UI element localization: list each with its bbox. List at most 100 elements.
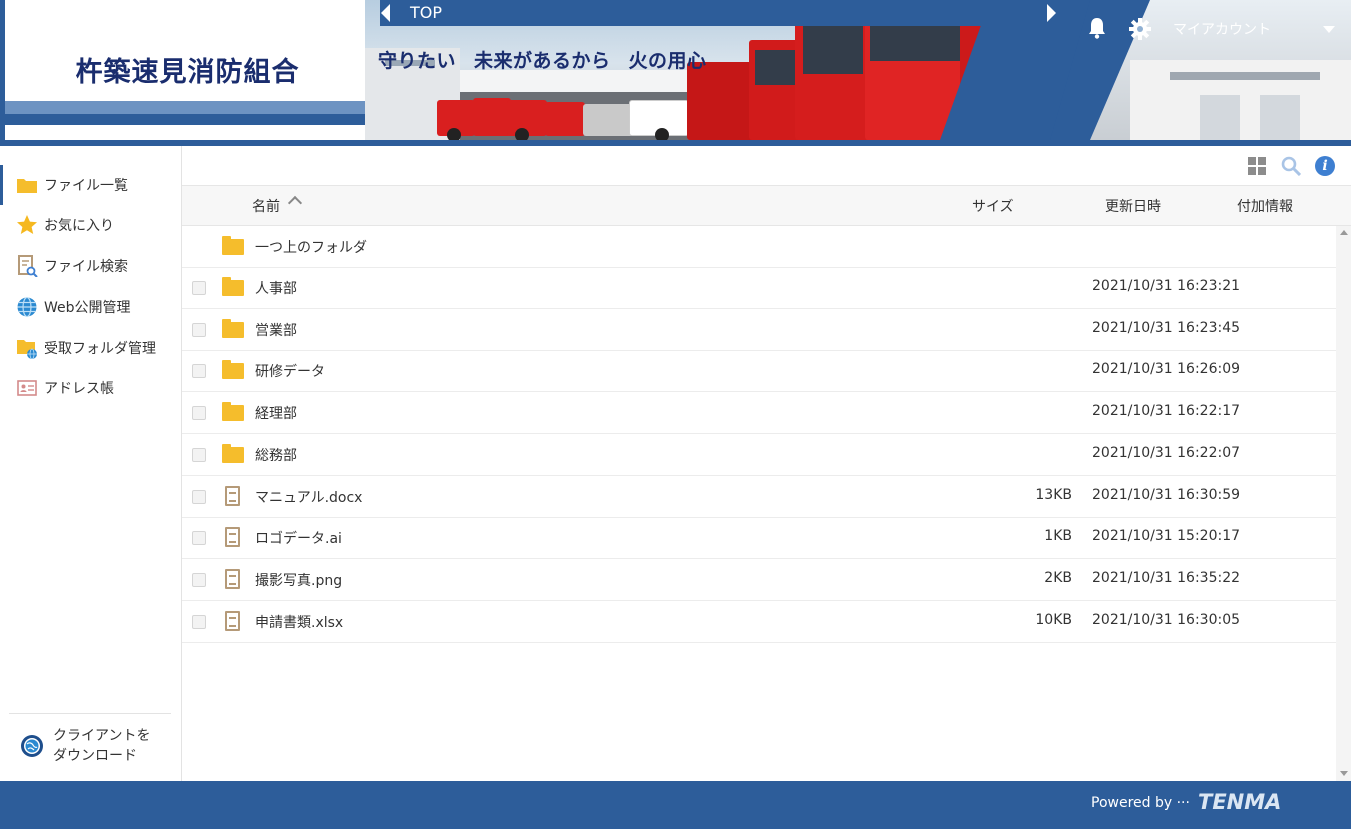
row-size: 1KB [1044, 528, 1072, 544]
client-download-line: クライアントを [53, 728, 151, 744]
column-header-name[interactable]: 名前 [252, 196, 280, 216]
client-download-line: ダウンロード [53, 748, 137, 764]
row-checkbox[interactable] [192, 573, 206, 587]
row-modified: 2021/10/31 16:23:45 [1092, 320, 1241, 336]
column-header-size[interactable]: サイズ [972, 196, 1014, 216]
breadcrumb-prev-icon[interactable] [381, 4, 390, 22]
folder-globe-icon [16, 337, 38, 360]
row-checkbox[interactable] [192, 490, 206, 504]
parent-folder-row[interactable]: 一つ上のフォルダ [182, 226, 1336, 268]
row-modified: 2021/10/31 16:26:09 [1092, 361, 1241, 377]
sidebar-item-receive-folder[interactable]: 受取フォルダ管理 [0, 328, 181, 368]
row-name[interactable]: 人事部 [255, 278, 297, 298]
folder-icon [222, 319, 244, 339]
sidebar-item-label: 受取フォルダ管理 [44, 341, 156, 357]
row-checkbox[interactable] [192, 448, 206, 462]
row-name[interactable]: 研修データ [255, 361, 325, 381]
bell-icon[interactable] [1087, 17, 1107, 39]
row-name[interactable]: マニュアル.docx [255, 487, 362, 507]
table-header: 名前 サイズ 更新日時 付加情報 [182, 186, 1351, 226]
table-row[interactable]: 総務部 2021/10/31 16:22:07 [182, 434, 1336, 476]
sidebar-item-file-list[interactable]: ファイル一覧 [0, 165, 181, 205]
file-search-icon [16, 255, 38, 278]
row-name[interactable]: 申請書類.xlsx [255, 612, 343, 632]
row-modified: 2021/10/31 15:20:17 [1092, 528, 1241, 544]
sidebar-item-favorites[interactable]: お気に入り [0, 205, 181, 245]
row-modified: 2021/10/31 16:30:05 [1092, 612, 1241, 628]
scroll-down-icon[interactable] [1340, 771, 1348, 776]
row-modified: 2021/10/31 16:23:21 [1092, 278, 1241, 294]
table-row[interactable]: ロゴデータ.ai 1KB 2021/10/31 15:20:17 [182, 517, 1336, 559]
logo-title: 杵築速見消防組合 [75, 57, 300, 88]
table-row[interactable]: 営業部 2021/10/31 16:23:45 [182, 309, 1336, 351]
folder-icon [222, 360, 244, 380]
column-header-extra[interactable]: 付加情報 [1237, 196, 1293, 216]
gear-icon[interactable] [1129, 18, 1151, 40]
logo-stripe [5, 101, 365, 114]
row-checkbox[interactable] [192, 531, 206, 545]
sidebar-item-label: ファイル検索 [44, 259, 128, 275]
toolbar [182, 146, 1351, 186]
grid-view-icon[interactable] [1248, 157, 1266, 175]
client-download-label: クライアントを ダウンロード [53, 726, 150, 766]
row-name[interactable]: 総務部 [255, 445, 297, 465]
table-row[interactable]: マニュアル.docx 13KB 2021/10/31 16:30:59 [182, 476, 1336, 518]
my-account-menu[interactable]: マイアカウント [1173, 19, 1271, 39]
slogan-part: 火の用心 [628, 50, 707, 72]
logo-stripe [5, 114, 365, 125]
row-modified: 2021/10/31 16:22:07 [1092, 445, 1241, 461]
client-download-link[interactable]: クライアントを ダウンロード [20, 726, 170, 766]
powered-by: Powered by ··· [1091, 795, 1190, 811]
folder-icon [222, 236, 244, 256]
table-row[interactable]: 経理部 2021/10/31 16:22:17 [182, 392, 1336, 434]
row-checkbox[interactable] [192, 323, 206, 337]
row-size: 13KB [1035, 487, 1072, 503]
header: 杵築速見消防組合 TOP 守りたい 未来があるから 火の用心 マイアカウント [0, 0, 1351, 146]
table-row[interactable]: 人事部 2021/10/31 16:23:21 [182, 267, 1336, 309]
table-row[interactable]: 撮影写真.png 2KB 2021/10/31 16:35:22 [182, 559, 1336, 601]
row-name[interactable]: 経理部 [255, 403, 297, 423]
sidebar: ファイル一覧 お気に入り ファイル検索 Web公開管理 受取フォルダ管理 アドレ… [0, 146, 182, 781]
sidebar-item-file-search[interactable]: ファイル検索 [0, 246, 181, 286]
star-icon [16, 214, 38, 236]
breadcrumb-next-icon[interactable] [1047, 4, 1056, 22]
scroll-up-icon[interactable] [1340, 230, 1348, 235]
sidebar-divider [9, 713, 171, 714]
row-name[interactable]: 撮影写真.png [255, 570, 342, 590]
slogan-part: 未来があるから [474, 50, 611, 72]
file-icon [222, 611, 244, 631]
address-card-icon [16, 377, 38, 399]
row-checkbox[interactable] [192, 364, 206, 378]
sidebar-item-address-book[interactable]: アドレス帳 [0, 368, 181, 408]
table-row[interactable]: 研修データ 2021/10/31 16:26:09 [182, 350, 1336, 392]
info-icon[interactable]: i [1315, 156, 1335, 176]
search-icon[interactable] [1281, 156, 1301, 176]
row-checkbox[interactable] [192, 406, 206, 420]
file-icon [222, 486, 244, 506]
file-icon [222, 569, 244, 589]
row-name[interactable]: ロゴデータ.ai [255, 528, 342, 548]
breadcrumb-top[interactable]: TOP [410, 3, 442, 22]
row-modified: 2021/10/31 16:30:59 [1092, 487, 1241, 503]
scrollbar[interactable] [1336, 226, 1351, 781]
slogan: 守りたい 未来があるから 火の用心 [378, 46, 725, 73]
parent-folder-label: 一つ上のフォルダ [255, 240, 367, 256]
row-checkbox[interactable] [192, 281, 206, 295]
row-modified: 2021/10/31 16:22:17 [1092, 403, 1241, 419]
client-download-icon [21, 735, 43, 757]
row-size: 2KB [1044, 570, 1072, 586]
table-row[interactable]: 申請書類.xlsx 10KB 2021/10/31 16:30:05 [182, 601, 1336, 643]
sidebar-item-label: お気に入り [44, 218, 114, 234]
row-checkbox[interactable] [192, 615, 206, 629]
sidebar-item-label: アドレス帳 [44, 381, 114, 397]
row-size: 10KB [1035, 612, 1072, 628]
folder-icon [222, 402, 244, 422]
column-header-modified[interactable]: 更新日時 [1105, 196, 1161, 216]
folder-icon [16, 174, 38, 196]
breadcrumb [380, 0, 1066, 26]
globe-icon [16, 296, 38, 318]
row-name[interactable]: 営業部 [255, 320, 297, 340]
sidebar-item-web-publish[interactable]: Web公開管理 [0, 287, 181, 327]
file-icon [222, 527, 244, 547]
chevron-down-icon[interactable] [1323, 26, 1335, 33]
